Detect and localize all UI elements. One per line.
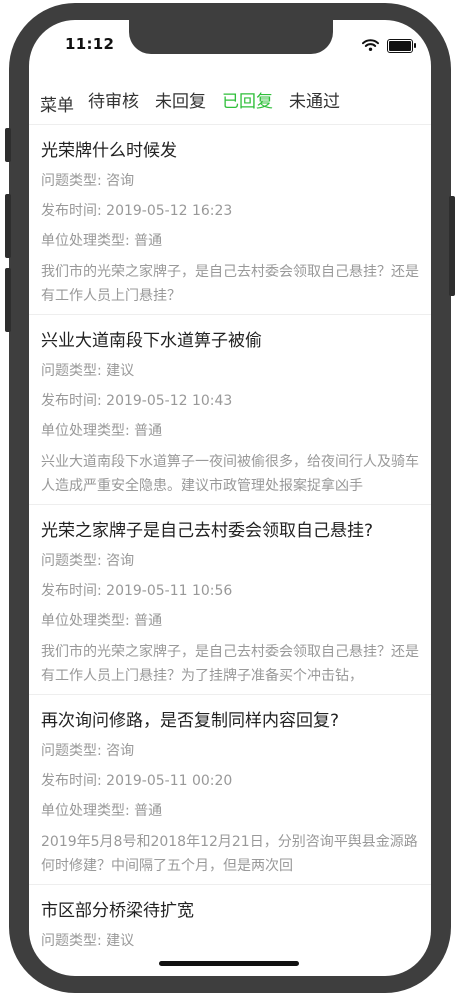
power-button (449, 196, 455, 296)
item-handling-type: 单位处理类型: 普通 (41, 423, 163, 439)
item-title: 光荣牌什么时候发 (41, 141, 177, 161)
item-publish-time: 发布时间: 2019-05-11 10:56 (41, 583, 233, 599)
home-indicator[interactable] (159, 961, 299, 966)
battery-icon (387, 38, 416, 53)
item-publish-time: 发布时间: 2019-05-12 16:23 (41, 203, 233, 219)
status-icons (362, 36, 416, 55)
list-item[interactable]: 光荣牌什么时候发 问题类型: 咨询 发布时间: 2019-05-12 16:23… (29, 125, 431, 315)
wifi-icon (362, 36, 379, 55)
tab-pending-review[interactable]: 待审核 (88, 87, 139, 124)
item-handling-type: 单位处理类型: 普通 (41, 613, 163, 629)
phone-screen: 11:12 菜单 待审核 未回复 已回复 未通过 光荣牌什么时候发 问题类型: … (29, 20, 431, 976)
question-list: 光荣牌什么时候发 问题类型: 咨询 发布时间: 2019-05-12 16:23… (29, 125, 431, 951)
item-description: 2019年5月8号和2018年12月21日，分别咨询平舆县金源路何时修建？中间隔… (41, 834, 418, 874)
list-item[interactable]: 再次询问修路，是否复制同样内容回复? 问题类型: 咨询 发布时间: 2019-0… (29, 695, 431, 885)
volume-down-button (5, 268, 11, 332)
list-item[interactable]: 市区部分桥梁待扩宽 问题类型: 建议 (29, 885, 431, 951)
item-description: 我们市的光荣之家牌子，是自己去村委会领取自己悬挂？还是有工作人员上门悬挂？为了挂… (41, 644, 419, 684)
item-title: 光荣之家牌子是自己去村委会领取自己悬挂? (41, 521, 374, 541)
item-question-type: 问题类型: 咨询 (41, 553, 135, 569)
menu-button[interactable]: 菜单 (40, 91, 74, 124)
tab-rejected[interactable]: 未通过 (289, 87, 340, 124)
volume-up-button (5, 194, 11, 258)
tab-replied[interactable]: 已回复 (222, 87, 273, 124)
item-publish-time: 发布时间: 2019-05-11 00:20 (41, 773, 233, 789)
item-description: 我们市的光荣之家牌子，是自己去村委会领取自己悬挂？还是有工作人员上门悬挂？ (41, 264, 419, 304)
item-title: 市区部分桥梁待扩宽 (41, 901, 194, 921)
status-time: 11:12 (65, 35, 115, 53)
item-publish-time: 发布时间: 2019-05-12 10:43 (41, 393, 233, 409)
tab-bar: 菜单 待审核 未回复 已回复 未通过 (29, 78, 431, 125)
list-item[interactable]: 兴业大道南段下水道箅子被偷 问题类型: 建议 发布时间: 2019-05-12 … (29, 315, 431, 505)
tab-not-replied[interactable]: 未回复 (155, 87, 206, 124)
item-question-type: 问题类型: 建议 (41, 363, 135, 379)
item-handling-type: 单位处理类型: 普通 (41, 233, 163, 249)
item-question-type: 问题类型: 咨询 (41, 173, 135, 189)
item-title: 再次询问修路，是否复制同样内容回复? (41, 711, 340, 731)
item-question-type: 问题类型: 咨询 (41, 743, 135, 759)
mute-switch (5, 128, 11, 162)
item-question-type: 问题类型: 建议 (41, 933, 135, 949)
item-title: 兴业大道南段下水道箅子被偷 (41, 331, 262, 351)
notch (129, 20, 333, 54)
item-handling-type: 单位处理类型: 普通 (41, 803, 163, 819)
item-description: 兴业大道南段下水道箅子一夜间被偷很多，给夜间行人及骑车人造成严重安全隐患。建议市… (41, 454, 419, 494)
list-item[interactable]: 光荣之家牌子是自己去村委会领取自己悬挂? 问题类型: 咨询 发布时间: 2019… (29, 505, 431, 695)
